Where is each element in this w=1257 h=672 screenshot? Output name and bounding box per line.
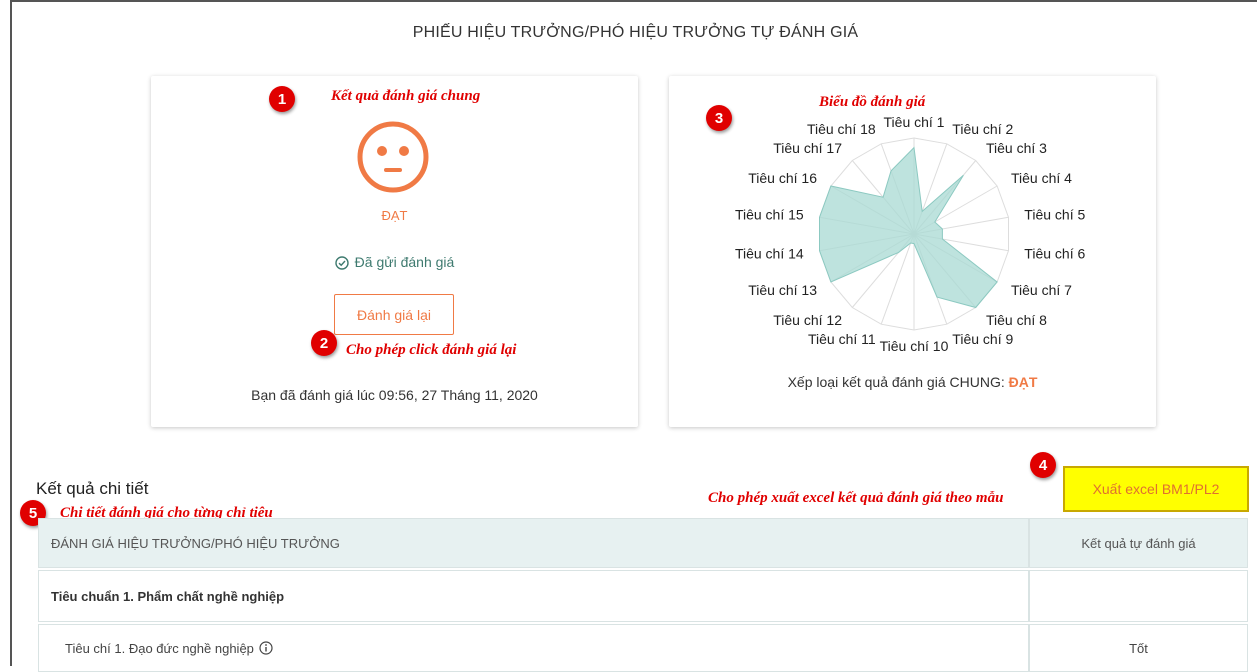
radar-axis-label: Tiêu chí 18 <box>807 121 876 137</box>
annotation-overall-result: Kết quả đánh giá chung <box>331 88 481 104</box>
radar-axis-label: Tiêu chí 9 <box>952 331 1013 347</box>
sent-status-label: Đã gửi đánh giá <box>354 254 455 270</box>
overall-status: ĐẠT <box>381 208 408 223</box>
annotation-badge-4: 4 <box>1030 452 1056 478</box>
table-row-criterion[interactable]: Tiêu chí 1. Đạo đức nghề nghiệp Tốt <box>38 622 1248 672</box>
radar-axis-label: Tiêu chí 13 <box>748 282 817 298</box>
export-excel-button[interactable]: Xuất excel BM1/PL2 <box>1063 466 1249 512</box>
radar-axis-label: Tiêu chí 5 <box>1024 207 1085 223</box>
radar-axis-label: Tiêu chí 15 <box>735 207 804 223</box>
detail-table: ĐÁNH GIÁ HIỆU TRƯỞNG/PHÓ HIỆU TRƯỞNG Kết… <box>38 518 1248 672</box>
radar-axis-label: Tiêu chí 1 <box>884 114 945 130</box>
overall-result-card: 1 Kết quả đánh giá chung ĐẠT Đã gửi đánh… <box>151 76 638 427</box>
evaluation-chart-card: Tiêu chí 1 Tiêu chí 2 Tiêu chí 3 Tiêu chí 4… <box>669 76 1156 427</box>
radar-axis-label: Tiêu chí 2 <box>952 121 1013 137</box>
column-header-result: Kết quả tự đánh giá <box>1029 518 1248 568</box>
annotation-chart: Biểu đồ đánh giá <box>819 94 926 110</box>
annotation-badge-1: 1 <box>269 86 295 112</box>
radar-axis-label: Tiêu chí 8 <box>986 312 1047 328</box>
classification-label: Xếp loại kết quả đánh giá CHUNG: <box>787 374 1005 390</box>
annotation-badge-3: 3 <box>706 105 732 131</box>
radar-axis-label: Tiêu chí 6 <box>1024 245 1085 261</box>
criterion-result: Tốt <box>1029 624 1248 672</box>
sent-status: Đã gửi đánh giá <box>151 254 638 270</box>
table-header-row: ĐÁNH GIÁ HIỆU TRƯỞNG/PHÓ HIỆU TRƯỞNG Kết… <box>38 518 1248 568</box>
evaluation-timestamp: Bạn đã đánh giá lúc 09:56, 27 Tháng 11, … <box>251 387 538 403</box>
standard-label: Tiêu chuẩn 1. Phẩm chất nghề nghiệp <box>38 570 1029 622</box>
reevaluate-button[interactable]: Đánh giá lại <box>334 294 454 335</box>
classification-value: ĐẠT <box>1008 374 1038 390</box>
radar-axis-label: Tiêu chí 3 <box>986 140 1047 156</box>
annotation-export: Cho phép xuất excel kết quả đánh giá the… <box>708 490 1004 506</box>
neutral-face-icon <box>357 121 429 193</box>
annotation-reevaluate: Cho phép click đánh giá lại <box>346 342 517 358</box>
overall-classification: Xếp loại kết quả đánh giá CHUNG: ĐẠT <box>669 374 1156 390</box>
radar-axis-label: Tiêu chí 11 <box>808 331 876 347</box>
radar-axis-label: Tiêu chí 14 <box>735 245 804 261</box>
page-title: PHIẾU HIỆU TRƯỞNG/PHÓ HIỆU TRƯỞNG TỰ ĐÁN… <box>412 24 859 41</box>
radar-series-area <box>819 146 998 309</box>
radar-axis-label: Tiêu chí 7 <box>1011 282 1072 298</box>
radar-axis-label: Tiêu chí 12 <box>773 312 842 328</box>
detail-section-title: Kết quả chi tiết <box>36 479 149 498</box>
info-icon[interactable] <box>259 641 273 655</box>
standard-result <box>1029 570 1248 622</box>
radar-axis-label: Tiêu chí 16 <box>748 170 817 186</box>
column-header-criteria: ĐÁNH GIÁ HIỆU TRƯỞNG/PHÓ HIỆU TRƯỞNG <box>38 518 1029 568</box>
annotation-badge-2: 2 <box>311 330 337 356</box>
table-row-standard[interactable]: Tiêu chuẩn 1. Phẩm chất nghề nghiệp <box>38 568 1248 622</box>
criterion-label: Tiêu chí 1. Đạo đức nghề nghiệp <box>65 640 254 656</box>
criterion-cell: Tiêu chí 1. Đạo đức nghề nghiệp <box>38 624 1029 672</box>
check-circle-icon <box>334 256 349 270</box>
radar-axis-label: Tiêu chí 10 <box>880 338 949 354</box>
radar-axis-label: Tiêu chí 4 <box>1011 170 1072 186</box>
radar-axis-label: Tiêu chí 17 <box>773 140 842 156</box>
